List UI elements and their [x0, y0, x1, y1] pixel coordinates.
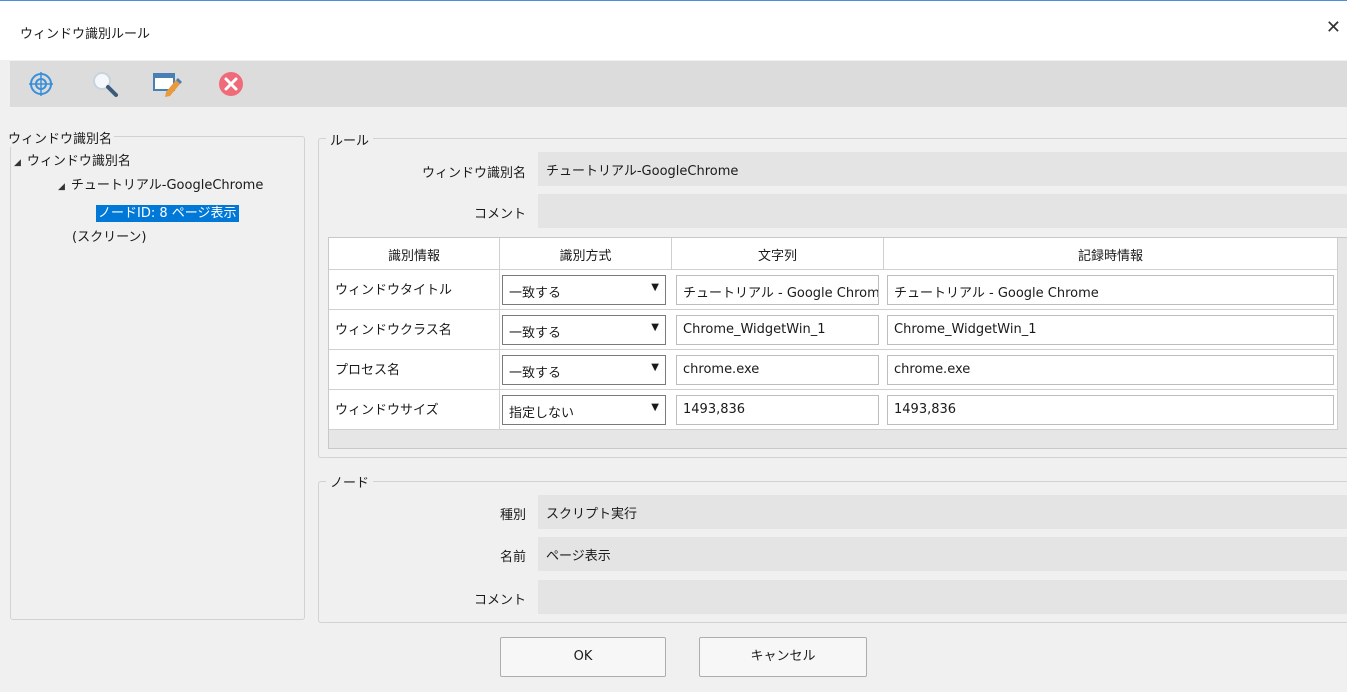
window-title: ウィンドウ識別ルール	[20, 27, 151, 42]
tree-item-screen[interactable]: (スクリーン)	[72, 226, 147, 245]
method-select-process[interactable]: 一致する ▼	[502, 355, 666, 385]
collapse-triangle-icon[interactable]: ◢	[58, 182, 65, 192]
dropdown-arrow-icon[interactable]: ▼	[651, 362, 659, 373]
toolbar	[10, 61, 1347, 107]
node-name-label: 名前	[499, 550, 526, 565]
tree-item-window[interactable]: ◢ チュートリアル-GoogleChrome	[58, 174, 263, 193]
node-name-field[interactable]: ページ表示	[538, 537, 1347, 571]
recorded-window-title[interactable]: チュートリアル - Google Chrome	[887, 275, 1334, 305]
method-select-window-size[interactable]: 指定しない ▼	[502, 395, 666, 425]
text-input-window-title[interactable]: チュートリアル - Google Chrome	[676, 275, 879, 305]
tree-item-node[interactable]: ノードID: 8 ページ表示	[96, 202, 239, 222]
tree-legend: ウィンドウ識別名	[8, 128, 115, 147]
close-icon[interactable]: ✕	[1326, 17, 1341, 38]
node-comment-label: コメント	[473, 593, 526, 608]
dropdown-arrow-icon[interactable]: ▼	[651, 322, 659, 333]
select-value: 一致する	[509, 366, 562, 381]
dropdown-arrow-icon[interactable]: ▼	[651, 402, 659, 413]
column-header: 記録時情報	[884, 238, 1338, 270]
rule-name-label: ウィンドウ識別名	[421, 166, 526, 181]
delete-icon[interactable]	[214, 67, 248, 101]
rule-legend: ルール	[326, 130, 374, 149]
target-icon[interactable]	[24, 67, 58, 101]
tree-item-label: ウィンドウ識別名	[26, 154, 131, 169]
rule-name-field[interactable]: チュートリアル-GoogleChrome	[538, 152, 1347, 186]
tree-item-label: (スクリーン)	[72, 230, 147, 245]
node-type-field[interactable]: スクリプト実行	[538, 495, 1347, 529]
text-input-window-class[interactable]: Chrome_WidgetWin_1	[676, 315, 879, 345]
column-header: 識別方式	[500, 238, 672, 270]
cancel-button[interactable]: キャンセル	[699, 637, 867, 677]
title-bar: ウィンドウ識別ルール ✕	[0, 0, 1347, 60]
node-comment-field[interactable]	[538, 580, 1347, 614]
node-legend: ノード	[326, 472, 374, 491]
method-select-window-title[interactable]: 一致する ▼	[502, 275, 666, 305]
recorded-window-size[interactable]: 1493,836	[887, 395, 1334, 425]
column-header: 文字列	[672, 238, 884, 270]
tree-item-root[interactable]: ◢ ウィンドウ識別名	[14, 150, 131, 169]
select-value: 一致する	[509, 286, 562, 301]
rule-comment-label: コメント	[473, 207, 526, 222]
recorded-window-class[interactable]: Chrome_WidgetWin_1	[887, 315, 1334, 345]
select-value: 一致する	[509, 326, 562, 341]
ok-button[interactable]: OK	[500, 637, 666, 677]
recorded-process[interactable]: chrome.exe	[887, 355, 1334, 385]
magnifier-icon[interactable]	[88, 67, 122, 101]
dropdown-arrow-icon[interactable]: ▼	[651, 282, 659, 293]
row-label-window-class: ウィンドウクラス名	[329, 310, 500, 350]
column-header: 識別情報	[329, 238, 500, 270]
rule-comment-field[interactable]	[538, 194, 1347, 228]
collapse-triangle-icon[interactable]: ◢	[14, 158, 21, 168]
select-value: 指定しない	[509, 406, 575, 421]
text-input-window-size[interactable]: 1493,836	[676, 395, 879, 425]
row-label-window-size: ウィンドウサイズ	[329, 390, 500, 430]
row-label-window-title: ウィンドウタイトル	[329, 270, 500, 310]
tree-item-label: チュートリアル-GoogleChrome	[70, 178, 264, 193]
edit-window-icon[interactable]	[150, 67, 184, 101]
method-select-window-class[interactable]: 一致する ▼	[502, 315, 666, 345]
text-input-process[interactable]: chrome.exe	[676, 355, 879, 385]
node-type-label: 種別	[499, 508, 526, 523]
tree-item-label: ノードID: 8 ページ表示	[96, 205, 239, 222]
row-label-process: プロセス名	[329, 350, 500, 390]
